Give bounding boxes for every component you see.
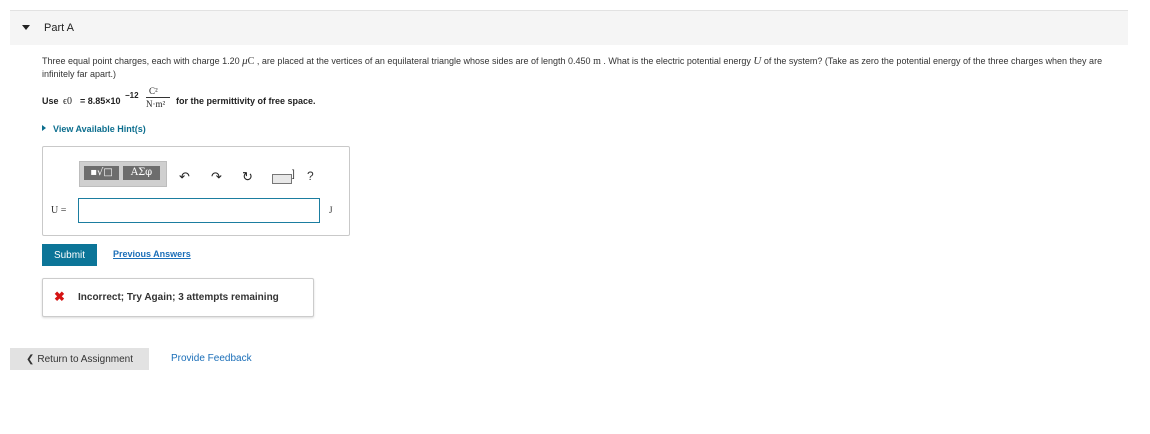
part-header[interactable]: Part A (10, 10, 1128, 45)
previous-answers-link[interactable]: Previous Answers (113, 249, 191, 259)
math-toolbar: ▪√□ ΑΣφ (79, 161, 167, 187)
provide-feedback-link[interactable]: Provide Feedback (171, 353, 252, 364)
answer-input[interactable] (78, 198, 320, 223)
keyboard-icon[interactable] (272, 174, 292, 184)
keyboard-shortcuts-bracket: ] (292, 169, 295, 180)
answer-unit: J (329, 205, 333, 215)
fraction-bar (146, 97, 170, 98)
view-hints-link[interactable]: View Available Hint(s) (42, 124, 146, 134)
error-x-icon: ✖ (54, 289, 65, 304)
caret-down-icon[interactable] (22, 25, 30, 30)
feedback-box: ✖ Incorrect; Try Again; 3 attempts remai… (42, 278, 314, 317)
answer-box: ▪√□ ΑΣφ ↶ ↷ ↻ ] ? U = J (42, 146, 350, 236)
view-hints-label: View Available Hint(s) (53, 124, 146, 134)
submit-button[interactable]: Submit (42, 244, 97, 266)
symbols-button[interactable]: ΑΣφ (123, 166, 160, 180)
question-text-part: , are placed at the vertices of an equil… (254, 56, 594, 66)
meter-unit: m (593, 56, 601, 67)
fraction-denominator: N·m² (146, 99, 166, 109)
templates-button[interactable]: ▪√□ (84, 166, 119, 180)
fraction-numerator: C² (149, 86, 158, 96)
help-icon[interactable]: ? (307, 169, 314, 183)
permittivity-suffix: for the permittivity of free space. (176, 96, 316, 106)
question-text-part: . What is the electric potential energy (600, 56, 754, 66)
epsilon-value: = 8.85×10 (80, 96, 121, 106)
chevron-left-icon: ❮ (26, 353, 35, 365)
undo-icon[interactable]: ↶ (179, 169, 190, 185)
part-title: Part A (44, 22, 74, 34)
answer-variable-label: U = (51, 205, 67, 216)
question-text: Three equal point charges, each with cha… (42, 55, 1132, 80)
return-to-assignment-button[interactable]: ❮ Return to Assignment (10, 348, 149, 370)
redo-icon[interactable]: ↷ (211, 169, 222, 185)
caret-right-icon (42, 125, 46, 131)
epsilon-symbol: ϵ0 (63, 96, 73, 107)
feedback-message: Incorrect; Try Again; 3 attempts remaini… (78, 292, 279, 303)
use-label: Use (42, 96, 59, 106)
epsilon-exponent: −12 (125, 91, 139, 100)
return-label: Return to Assignment (37, 353, 133, 365)
question-text-part: Three equal point charges, each with cha… (42, 56, 243, 66)
reset-icon[interactable]: ↻ (242, 169, 253, 185)
